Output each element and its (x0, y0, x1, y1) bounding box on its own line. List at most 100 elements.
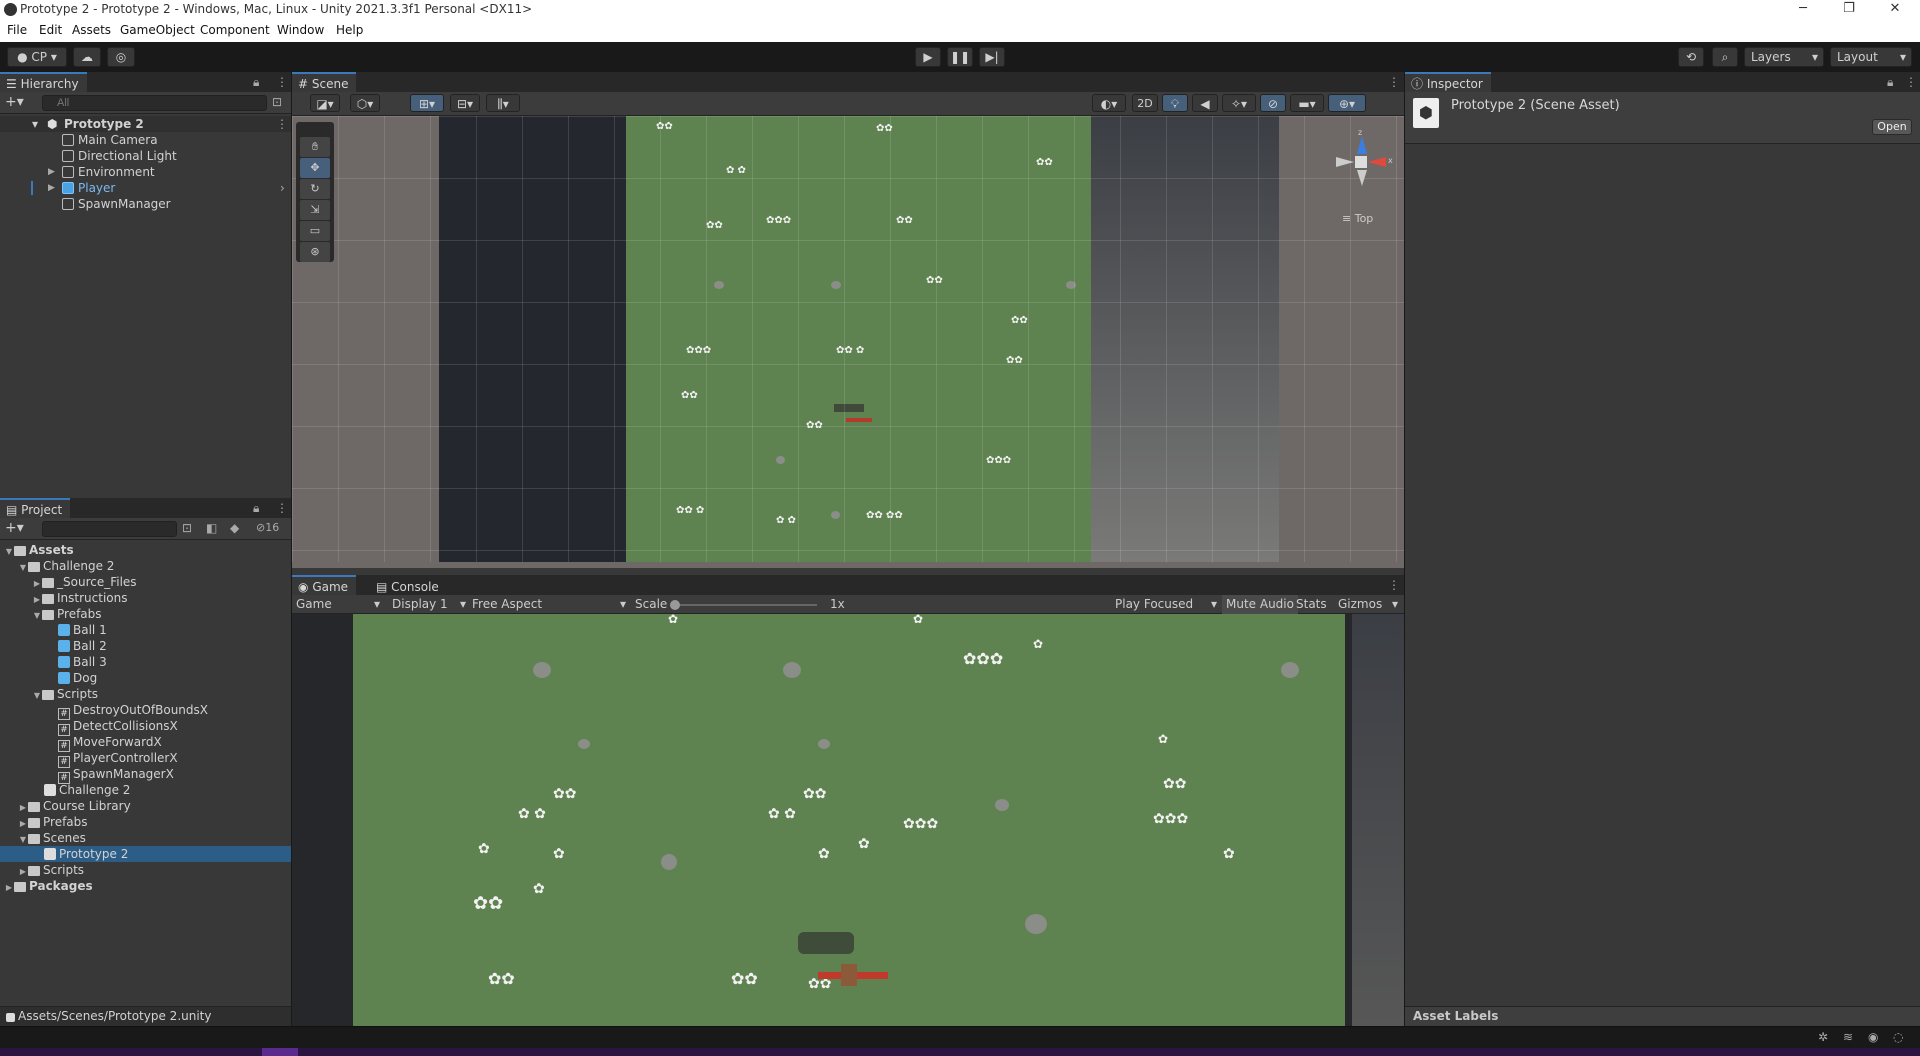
expand-arrow-icon[interactable]: ▾ (32, 116, 38, 132)
pause-button[interactable]: ❚❚ (947, 47, 973, 67)
project-search-input[interactable] (42, 521, 177, 537)
expand-arrow-icon[interactable]: ▶ (4, 880, 14, 896)
aspect-dropdown[interactable]: Free Aspect ▾ (472, 597, 628, 611)
lock-icon[interactable]: 🔒︎ (253, 501, 259, 516)
play-focused-dropdown[interactable]: Play Focused ▾ (1115, 597, 1219, 611)
layers-dropdown[interactable]: Layers ▾ (1744, 47, 1824, 67)
tab-project[interactable]: ▤ Project (0, 498, 71, 518)
stats-toggle[interactable]: Stats (1296, 597, 1327, 611)
tree-item[interactable]: Challenge 2 (44, 782, 130, 798)
tree-item[interactable]: ▼ Challenge 2 (18, 558, 115, 576)
tree-item[interactable]: Ball 1 (58, 622, 107, 638)
tab-console[interactable]: ▤ Console (370, 575, 447, 595)
bug-icon[interactable]: ✲ (1818, 1030, 1828, 1044)
audio-toggle[interactable]: ◀︎ (1192, 94, 1218, 112)
gizmo-z-axis[interactable] (1357, 136, 1367, 154)
expand-arrow-icon[interactable]: ▼ (18, 560, 28, 576)
gizmo-center[interactable] (1355, 156, 1367, 168)
menu-component[interactable]: Component (200, 23, 270, 37)
layout-dropdown[interactable]: Layout ▾ (1830, 47, 1912, 67)
open-button[interactable]: Open (1872, 119, 1912, 135)
expand-arrow-icon[interactable]: ▼ (32, 688, 42, 704)
add-button[interactable]: +▾ (5, 94, 24, 110)
hierarchy-item[interactable]: Directional Light (0, 148, 291, 164)
move-tool-button[interactable]: ✥ (300, 158, 330, 178)
scale-slider[interactable] (670, 600, 817, 610)
hierarchy-item[interactable]: ▶ Environment (0, 164, 291, 180)
tree-item[interactable]: ▼ Prefabs (32, 606, 102, 622)
tab-inspector[interactable]: ⓘ Inspector (1405, 72, 1491, 92)
close-button[interactable]: ✕ (1872, 0, 1918, 20)
search-by-type-icon[interactable]: ⊡ (182, 521, 192, 535)
tree-item[interactable]: ▶ Instructions (32, 590, 128, 606)
grid-snap-toggle[interactable]: ⊞▾ (410, 94, 444, 112)
panel-menu-icon[interactable]: ⋮ (1388, 75, 1400, 89)
menu-edit[interactable]: Edit (39, 23, 62, 37)
restore-button[interactable]: ❐ (1826, 0, 1872, 20)
tree-item[interactable]: # SpawnManagerX (58, 766, 174, 784)
label-icon[interactable]: ◆ (230, 521, 239, 535)
cloud-button[interactable]: ☁ (73, 47, 101, 67)
gizmo-view-label[interactable]: ≡ Top (1342, 212, 1373, 225)
hierarchy-search-input[interactable] (42, 95, 267, 111)
panel-menu-icon[interactable]: ⋮ (1388, 578, 1400, 592)
game-viewport[interactable]: ✿ ✿ ✿✿✿ ✿ ✿ ✿✿ ✿✿ ✿ ✿ ✿✿ ✿ ✿ ✿✿✿ ✿✿✿ ✿ ✿ ✿ ✿ ✿ ✿ … (292, 614, 1404, 1026)
tab-scene[interactable]: # Scene (292, 72, 357, 92)
step-button[interactable]: ▶| (979, 47, 1005, 67)
search-button[interactable]: ⌕ (1712, 47, 1738, 67)
camera-dropdown[interactable]: ▬▾ (1290, 94, 1324, 112)
tree-item[interactable]: ▶ Course Library (18, 798, 131, 814)
tab-hierarchy[interactable]: ☰ Hierarchy (0, 72, 87, 92)
gizmo-x-axis[interactable] (1368, 157, 1386, 167)
account-dropdown[interactable]: ● CP ▾ (7, 47, 67, 67)
play-button[interactable]: ▶ (915, 47, 941, 67)
gizmos-toggle[interactable]: Gizmos ▾ (1338, 597, 1400, 611)
scene-viewport[interactable]: ✿✿✿✿ ✿✿✿ ✿ ✿✿✿✿✿ ✿✿✿✿ ✿✿✿✿✿ ✿✿ ✿✿✿ ✿✿✿✿ … (292, 116, 1404, 568)
tree-item[interactable]: Ball 2 (58, 638, 107, 654)
expand-arrow-icon[interactable]: ▼ (32, 608, 42, 624)
lighting-toggle[interactable]: 💡︎ (1162, 94, 1188, 112)
expand-arrow-icon[interactable]: ▶ (48, 164, 55, 180)
hierarchy-item[interactable]: Main Camera (0, 132, 291, 148)
lock-icon[interactable]: 🔒︎ (1887, 75, 1893, 90)
collab-button[interactable]: ◎ (107, 47, 135, 67)
shading-mode-dropdown[interactable]: ◐▾ (1092, 94, 1126, 112)
tree-item[interactable]: ▶ Prefabs (18, 814, 88, 830)
scale-tool-button[interactable]: ⇲ (300, 200, 330, 220)
gizmo-neg-z-axis[interactable] (1357, 170, 1367, 186)
rect-tool-button[interactable]: ▭ (300, 221, 330, 241)
gizmos-dropdown[interactable]: ⊕▾ (1328, 94, 1366, 112)
tab-game[interactable]: ◉ Game (292, 575, 357, 595)
scene-row[interactable]: ▾ ⬢ Prototype 2 ⋮ (0, 116, 291, 132)
hierarchy-item-player[interactable]: ▶ Player › (0, 180, 291, 196)
tree-item[interactable]: ▶ Packages (4, 878, 93, 894)
tree-item[interactable]: Dog (58, 670, 97, 686)
orientation-gizmo[interactable]: z x ≡ Top (1322, 128, 1402, 225)
mute-audio-toggle[interactable]: Mute Audio (1222, 595, 1298, 614)
gizmo-neg-x-axis[interactable] (1336, 157, 1354, 167)
panel-menu-icon[interactable]: ⋮ (276, 75, 288, 89)
add-button[interactable]: +▾ (5, 520, 24, 536)
display-dropdown[interactable]: Display 1 ▾ (392, 597, 468, 611)
snap-increment-dropdown[interactable]: ⊟▾ (450, 94, 480, 112)
tree-item-selected[interactable]: Prototype 2 (0, 846, 291, 862)
expand-arrow-icon[interactable]: ▼ (4, 544, 14, 560)
filter-icon[interactable]: ◧ (206, 521, 217, 535)
scene-visibility-toggle[interactable]: ⊘ (1260, 94, 1286, 112)
measure-dropdown[interactable]: ⫼▾ (486, 94, 520, 112)
rotate-tool-button[interactable]: ↻ (300, 179, 330, 199)
menu-help[interactable]: Help (336, 23, 363, 37)
tree-item[interactable]: ▶ Scripts (18, 862, 84, 878)
toggle-2d-button[interactable]: 2D (1132, 94, 1158, 112)
tree-item[interactable]: # PlayerControllerX (58, 750, 178, 768)
progress-icon[interactable]: ◌ (1893, 1030, 1903, 1044)
tree-item[interactable]: Ball 3 (58, 654, 107, 670)
tree-item[interactable]: ▼ Scenes (18, 830, 86, 846)
hierarchy-item[interactable]: SpawnManager (0, 196, 291, 212)
auto-generate-lighting-icon[interactable]: ◉ (1868, 1030, 1878, 1044)
tree-item[interactable]: # DestroyOutOfBoundsX (58, 702, 208, 720)
menu-assets[interactable]: Assets (72, 23, 111, 37)
draw-mode-dropdown[interactable]: ◪▾ (310, 94, 340, 112)
effects-dropdown[interactable]: ✧▾ (1222, 94, 1256, 112)
asset-labels-section[interactable]: Asset Labels (1405, 1006, 1920, 1026)
